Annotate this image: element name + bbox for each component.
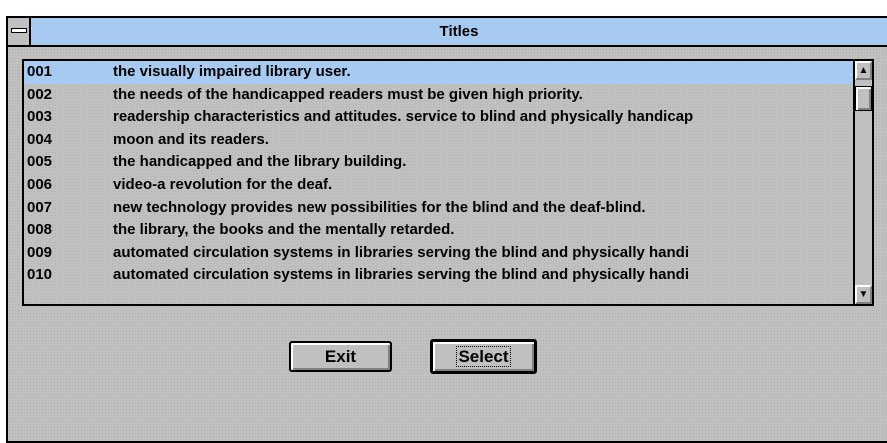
list-item-id: 007	[27, 198, 53, 216]
list-item-title: the library, the books and the mentally …	[113, 221, 455, 239]
list-item[interactable]: 009 automated circulation systems in libr…	[24, 242, 853, 265]
scroll-up-button[interactable]: ▲	[855, 61, 872, 80]
list-item-id: 010	[27, 266, 53, 284]
system-menu-button[interactable]	[8, 18, 31, 45]
list-item-title: the visually impaired library user.	[113, 63, 351, 80]
list-rows: 001 the visually impaired library user. 00…	[24, 61, 853, 304]
select-button-label: Select	[456, 346, 511, 367]
list-item-title: new technology provides new possibilitie…	[113, 198, 646, 216]
list-item[interactable]: 004 moon and its readers.	[24, 129, 853, 152]
list-item-id: 001	[27, 63, 53, 80]
list-item[interactable]: 010 automated circulation systems in libr…	[24, 264, 853, 287]
list-item[interactable]: 005 the handicapped and the library build…	[24, 151, 853, 174]
scroll-thumb[interactable]	[855, 86, 872, 111]
list-item[interactable]: 008 the library, the books and the mental…	[24, 219, 853, 242]
list-item[interactable]: 007 new technology provides new possibili…	[24, 197, 853, 220]
list-item[interactable]: 001 the visually impaired library user.	[24, 61, 853, 84]
window-title: Titles	[439, 23, 479, 40]
list-item-id: 003	[27, 108, 53, 126]
exit-button[interactable]: Exit	[289, 341, 392, 372]
scroll-down-button[interactable]: ▼	[855, 285, 872, 304]
list-item-id: 006	[27, 175, 53, 193]
list-item-id: 004	[27, 130, 53, 148]
list-item-title: moon and its readers.	[113, 130, 269, 148]
list-item-id: 009	[27, 243, 53, 261]
list-item[interactable]: 003 readership characteristics and attitu…	[24, 106, 853, 129]
list-item[interactable]: 006 video-a revolution for the deaf.	[24, 174, 853, 197]
down-arrow-icon: ▼	[858, 289, 869, 300]
list-item-id: 005	[27, 153, 53, 171]
list-item-title: video-a revolution for the deaf.	[113, 175, 333, 193]
vertical-scrollbar[interactable]: ▲ ▼	[853, 61, 872, 304]
list-item-id: 002	[27, 85, 53, 103]
list-item-title: automated circulation systems in librari…	[113, 243, 689, 261]
list-item-title: automated circulation systems in librari…	[113, 266, 689, 284]
select-button[interactable]: Select	[430, 339, 537, 374]
titles-listbox[interactable]: 001 the visually impaired library user. 00…	[22, 59, 874, 306]
title-bar[interactable]: Titles	[8, 18, 887, 47]
list-item-title: readership characteristics and attitudes…	[113, 108, 694, 126]
up-arrow-icon: ▲	[858, 65, 869, 76]
system-menu-icon	[11, 28, 27, 33]
list-item-title: the handicapped and the library building…	[113, 153, 407, 171]
list-item-title: the needs of the handicapped readers mus…	[113, 85, 583, 103]
list-item[interactable]: 002 the needs of the handicapped readers …	[24, 84, 853, 107]
list-item-id: 008	[27, 221, 53, 239]
